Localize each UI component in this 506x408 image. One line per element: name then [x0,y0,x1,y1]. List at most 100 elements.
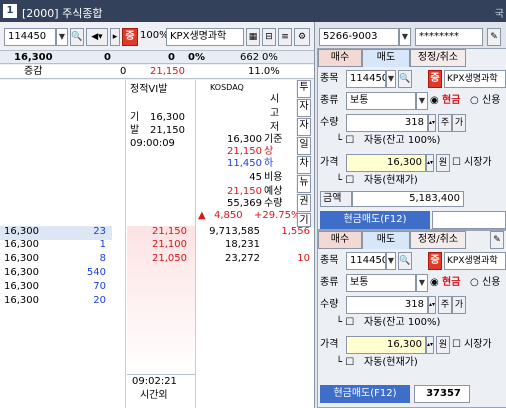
vi-label: 정적VI발 [130,84,168,95]
side-button-5[interactable]: 차 [297,156,311,174]
memo-input-1[interactable] [432,211,506,229]
side-button-4[interactable]: 일 [297,137,311,155]
market-checkbox-1[interactable]: ☐ [452,157,461,169]
cash-label-2: 현금 [442,277,461,288]
tab-buy-2[interactable]: 매수 [318,231,362,249]
order-code-input-2[interactable]: 114450 [346,252,386,270]
left-panel: 114450 ▼ 🔍 ◀▾ ▸ 증 100% KPX생명과학 ▦ ⊟ ≡ ⚙ 1… [0,22,314,408]
won-button-2[interactable]: 원 [436,336,450,354]
order-code-dropdown-1[interactable]: ▼ [386,70,396,88]
account-dropdown[interactable]: ▼ [399,28,411,46]
order-stock-name-1: KPX생명과학 [444,70,506,88]
account-input[interactable]: 5266-9003 [319,28,399,46]
auto-price-checkbox-2[interactable]: └ ☐ [336,357,354,369]
qty-share-button-1[interactable]: 주 [438,114,452,132]
info-row-3-value: 11,450 [227,158,262,169]
qty-label-1: 수량 [320,117,339,128]
qty-stepper-1[interactable]: ▴▾ [428,114,436,132]
table-row: 540 [86,267,106,278]
stock-code-input[interactable]: 114450 [4,28,56,46]
qty-share-button-2[interactable]: 주 [438,296,452,314]
bid-price-1: 21,150 [152,226,187,237]
side-button-1[interactable]: 투 [297,80,311,98]
info-row-3-label: 하 [264,158,274,169]
price-stepper-2[interactable]: ▴▾ [426,336,434,354]
edit-icon-2[interactable]: ✎ [490,231,504,249]
vert-3: 저 [270,122,280,133]
search-icon[interactable]: 🔍 [70,28,84,46]
tab-modify-2[interactable]: 정정/취소 [410,231,466,249]
side-button-7[interactable]: 권 [297,194,311,212]
vi-time: 09:00:09 [130,138,175,149]
code-dropdown[interactable]: ▼ [56,28,68,46]
market-checkbox-2[interactable]: ☐ [452,339,461,351]
side-button-8[interactable]: 기 [297,213,311,227]
auto-price-checkbox-1[interactable]: └ ☐ [336,175,354,187]
margin-pct: 100% [140,30,169,41]
submit-sell-button-2[interactable]: 현금매도(F12) [320,385,410,403]
order-type-dropdown-1[interactable]: ▼ [416,92,428,110]
info-row-5-value: 21,150 [227,186,262,197]
info-row-6-label: 수량 [264,198,283,209]
cash-radio-1[interactable]: ◉ [430,95,439,107]
tab-buy-1[interactable]: 매수 [318,49,362,67]
chart-icon[interactable]: ▦ [246,28,260,46]
price-input-2[interactable]: 16,300 [346,336,426,354]
auto-qty-checkbox-1[interactable]: └ ☐ [336,135,354,147]
ask-area [0,80,126,228]
qty-avail-button-2[interactable]: 가 [452,296,466,314]
bal-value: 21,150 [150,125,185,136]
window-number: 1 [3,4,17,18]
gi-value: 16,300 [150,112,185,123]
qty-stepper-2[interactable]: ▴▾ [428,296,436,314]
submit-sell-button-1[interactable]: 현금매도(F12) [320,211,430,229]
order-code-dropdown-2[interactable]: ▼ [386,252,396,270]
table-row: 16,300 [4,253,39,264]
order-search-icon-1[interactable]: 🔍 [398,70,412,88]
order-type-select-2[interactable]: 보통 [346,274,416,292]
order-type-dropdown-2[interactable]: ▼ [416,274,428,292]
tab-sell-2[interactable]: 매도 [362,231,410,249]
table-row: 8 [99,253,106,264]
password-input[interactable]: ******** [415,28,483,46]
arrow-icon[interactable]: ▸ [110,28,120,46]
margin-badge: 증 [122,28,138,46]
tab-sell-1[interactable]: 매도 [362,49,410,67]
price-label-2: 가격 [320,339,339,350]
order-type-select-1[interactable]: 보통 [346,92,416,110]
tab-modify-1[interactable]: 정정/취소 [410,49,466,67]
side-button-3[interactable]: 자 [297,118,311,136]
speaker-icon[interactable]: ◀▾ [86,28,108,46]
won-button-1[interactable]: 원 [436,154,450,172]
side-button-2[interactable]: 자 [297,99,311,117]
change-pct: 0% [188,52,205,63]
bid-extra-3: 10 [297,253,310,264]
price-stepper-1[interactable]: ▴▾ [426,154,434,172]
summary-row-1: 16,300 0 0 0% 662 0% [0,50,314,64]
auto-price-label-1: 자동(현재가) [364,175,418,186]
menu-icon[interactable]: ≡ [278,28,292,46]
side-button-6[interactable]: 뉴 [297,175,311,193]
title-bar: 1 [2000] 주식종합 국 [0,0,506,22]
qty-avail-button-1[interactable]: 가 [452,114,466,132]
market-label-2: 시장가 [464,339,492,350]
settings-icon[interactable]: ⚙ [294,28,310,46]
sell-panel-1: 매수 매도 정정/취소 종목 114450 ▼ 증 KPX생명과학 🔍 종류 보… [317,48,506,230]
credit-radio-2[interactable]: ○ [470,277,479,289]
bid-qty-3: 23,272 [225,253,260,264]
cash-radio-2[interactable]: ◉ [430,277,439,289]
price-input-1[interactable]: 16,300 [346,154,426,172]
order-search-icon-2[interactable]: 🔍 [398,252,412,270]
lock-icon[interactable]: ⊟ [262,28,276,46]
table-row: 16,300 [4,295,39,306]
auto-qty-label-2: 자동(잔고 100%) [364,317,441,328]
order-code-input-1[interactable]: 114450 [346,70,386,88]
auto-qty-checkbox-2[interactable]: └ ☐ [336,317,354,329]
edit-icon[interactable]: ✎ [487,28,501,46]
credit-radio-1[interactable]: ○ [470,95,479,107]
info-row-6-value: 55,369 [227,198,262,209]
qty-input-1[interactable]: 318 [346,114,428,132]
credit-label-2: 신용 [482,277,501,288]
sell-panel-2: 매수 매도 정정/취소 ✎ 종목 114450 ▼ 🔍 증 KPX생명과학 종류… [317,230,506,408]
qty-input-2[interactable]: 318 [346,296,428,314]
